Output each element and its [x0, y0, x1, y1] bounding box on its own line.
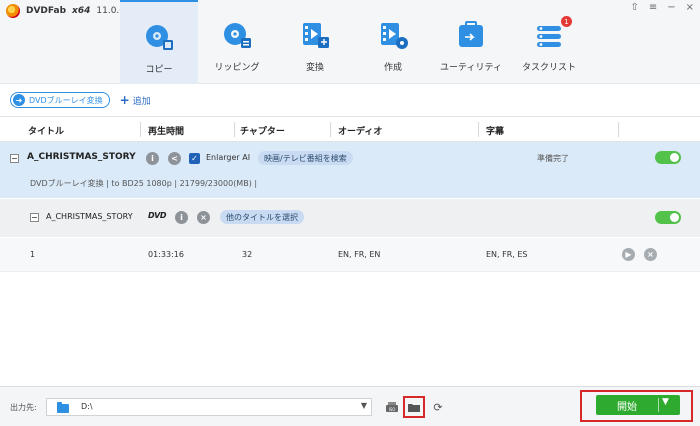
- main-nav: コピー リッピング 変換 作成 ユーティリティ 1 タスクリスト: [120, 0, 588, 84]
- chevron-down-icon[interactable]: ▼: [361, 401, 367, 410]
- tab-convert[interactable]: 変換: [276, 0, 354, 84]
- dvd-logo-icon: DVD: [148, 211, 166, 220]
- search-movie-button[interactable]: 映画/テレビ番組を検索: [258, 151, 353, 165]
- status-text: 準備完了: [537, 154, 569, 163]
- arrow-right-icon: ➜: [13, 94, 25, 106]
- source-toggle[interactable]: [655, 211, 681, 224]
- app-arch: x64: [72, 6, 91, 16]
- window-controls: ⇧ ≡ − ×: [630, 2, 694, 13]
- iso-drive-icon[interactable]: ISO: [384, 399, 400, 415]
- col-chapters: チャプター: [240, 127, 285, 137]
- tab-tasklist[interactable]: 1 タスクリスト: [510, 0, 588, 84]
- mode-switch-button[interactable]: ➜ DVDブルーレイ変換: [10, 92, 110, 108]
- col-subtitles: 字幕: [486, 127, 505, 137]
- divider: [140, 122, 141, 137]
- dvdfab-logo-icon: [6, 4, 20, 18]
- output-path: D:\: [81, 402, 93, 411]
- select-title-button[interactable]: 他のタイトルを選択: [220, 210, 304, 224]
- mode-label: DVDブルーレイ変換: [29, 95, 103, 105]
- info-icon[interactable]: i: [175, 211, 188, 224]
- svg-text:ISO: ISO: [389, 407, 396, 412]
- tab-copy-label: コピー: [145, 65, 173, 75]
- task-details: DVDブルーレイ変換 | to BD25 1080p | 21799/23000…: [30, 179, 258, 188]
- disc-rip-icon: [219, 20, 255, 52]
- row-index: 1: [30, 250, 36, 259]
- toolbox-icon: [453, 20, 489, 52]
- info-icon[interactable]: i: [146, 152, 159, 165]
- menu-icon[interactable]: ≡: [649, 2, 657, 13]
- tab-convert-label: 変換: [305, 63, 324, 73]
- row-chapters: 32: [242, 250, 253, 259]
- disc-copy-icon: [141, 22, 177, 54]
- output-path-field[interactable]: D:\ ▼: [46, 398, 372, 416]
- play-icon[interactable]: ▶: [622, 248, 635, 261]
- tab-ripping[interactable]: リッピング: [198, 0, 276, 84]
- col-title: タイトル: [28, 127, 65, 137]
- remove-icon[interactable]: ×: [197, 211, 210, 224]
- tab-copy[interactable]: コピー: [120, 0, 198, 84]
- highlight-frame: [403, 396, 425, 418]
- start-label: 開始: [617, 402, 637, 413]
- film-convert-icon: [297, 20, 333, 52]
- enlarger-label: Enlarger AI: [206, 153, 251, 162]
- plus-icon: +: [119, 93, 130, 107]
- task-toggle[interactable]: [655, 151, 681, 164]
- tasklist-badge: 1: [561, 16, 572, 27]
- folder-icon: [57, 402, 69, 413]
- divider: [618, 122, 619, 137]
- pin-icon[interactable]: ⇧: [630, 2, 638, 13]
- refresh-icon[interactable]: ⟳: [430, 399, 446, 415]
- tab-utility[interactable]: ユーティリティ: [432, 0, 510, 84]
- start-button[interactable]: 開始 ▼: [596, 395, 680, 415]
- task-row[interactable]: A_CHRISTMAS_STORY i < ✓ Enlarger AI 映画/テ…: [0, 142, 700, 198]
- tab-tasklist-label: タスクリスト: [521, 63, 576, 73]
- app-brand: DVDFab x64 11.0.6.4: [6, 4, 134, 18]
- collapse-icon[interactable]: [10, 154, 19, 163]
- task-title: A_CHRISTMAS_STORY: [27, 152, 136, 162]
- source-title: A_CHRISTMAS_STORY: [46, 212, 133, 221]
- divider: [658, 398, 659, 412]
- col-audio: オーディオ: [338, 127, 383, 137]
- table-row[interactable]: 1 01:33:16 32 EN, FR, EN EN, FR, ES ▶ ×: [0, 238, 700, 272]
- output-label: 出力先:: [10, 403, 37, 412]
- top-bar: DVDFab x64 11.0.6.4 ⇧ ≡ − × コピー リッピング 変換: [0, 0, 700, 84]
- film-create-icon: [375, 20, 411, 52]
- divider: [330, 122, 331, 137]
- row-audio: EN, FR, EN: [338, 250, 381, 259]
- chevron-down-icon[interactable]: ▼: [662, 397, 669, 407]
- add-button[interactable]: + 追加: [120, 93, 151, 107]
- col-duration: 再生時間: [148, 127, 185, 137]
- collapse-icon[interactable]: [30, 213, 39, 222]
- minimize-icon[interactable]: −: [667, 2, 675, 13]
- tab-create[interactable]: 作成: [354, 0, 432, 84]
- enlarger-checkbox[interactable]: ✓: [189, 153, 200, 164]
- row-duration: 01:33:16: [148, 250, 184, 259]
- add-label: 追加: [132, 96, 151, 107]
- tab-create-label: 作成: [383, 63, 402, 73]
- bottom-bar: 出力先: D:\ ▼ ISO ⟳ 開始 ▼: [0, 386, 700, 426]
- tab-ripping-label: リッピング: [214, 63, 260, 73]
- divider: [478, 122, 479, 137]
- row-subtitles: EN, FR, ES: [486, 250, 528, 259]
- close-icon[interactable]: ×: [686, 2, 694, 13]
- column-header: タイトル 再生時間 チャプター オーディオ 字幕: [0, 116, 700, 142]
- mode-row: ➜ DVDブルーレイ変換 + 追加: [0, 86, 700, 114]
- tab-utility-label: ユーティリティ: [440, 63, 502, 73]
- app-name: DVDFab: [26, 6, 67, 16]
- remove-icon[interactable]: ×: [644, 248, 657, 261]
- share-icon[interactable]: <: [168, 152, 181, 165]
- source-row[interactable]: A_CHRISTMAS_STORY DVD i × 他のタイトルを選択: [0, 199, 700, 237]
- divider: [234, 122, 235, 137]
